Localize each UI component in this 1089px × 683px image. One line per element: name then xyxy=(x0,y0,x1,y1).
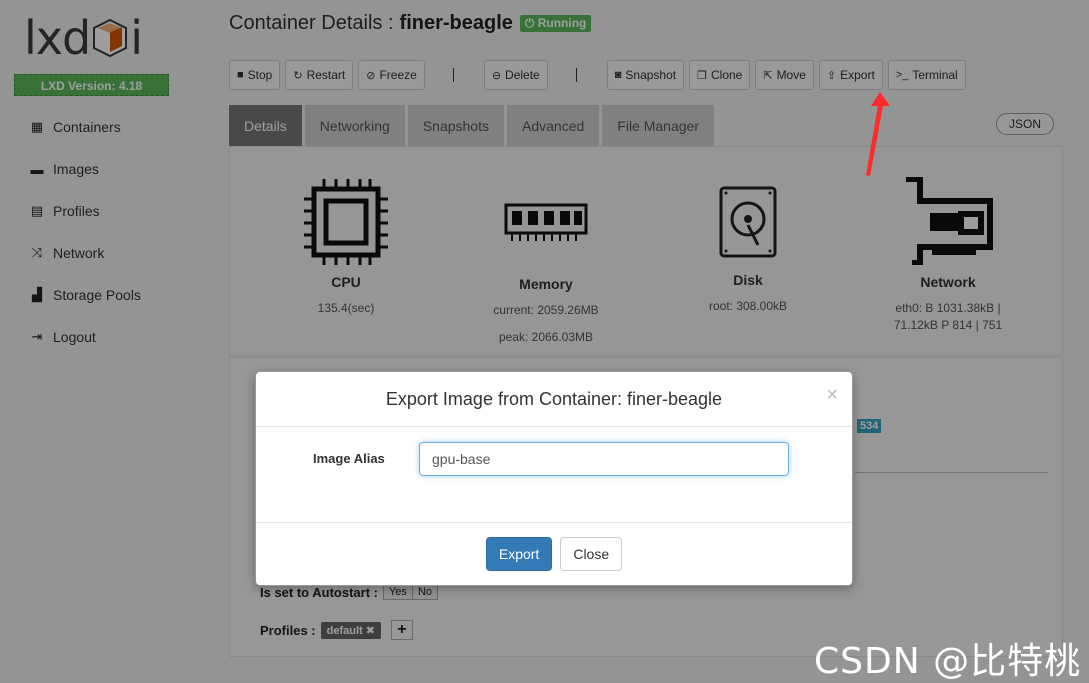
image-alias-input[interactable] xyxy=(419,442,789,476)
image-alias-label: Image Alias xyxy=(313,451,385,466)
modal-export-button[interactable]: Export xyxy=(485,537,553,571)
modal-close-button[interactable]: Close xyxy=(560,537,623,571)
modal-body: Image Alias xyxy=(256,427,852,523)
export-image-modal: Export Image from Container: finer-beagl… xyxy=(255,371,853,586)
annotation-arrow-icon xyxy=(866,92,890,176)
modal-title: Export Image from Container: finer-beagl… xyxy=(385,388,723,409)
watermark-text: CSDN @比特桃 xyxy=(814,641,1082,682)
modal-header: Export Image from Container: finer-beagl… xyxy=(256,372,852,427)
modal-footer: Export Close xyxy=(256,523,852,585)
close-icon[interactable]: × xyxy=(826,384,838,407)
